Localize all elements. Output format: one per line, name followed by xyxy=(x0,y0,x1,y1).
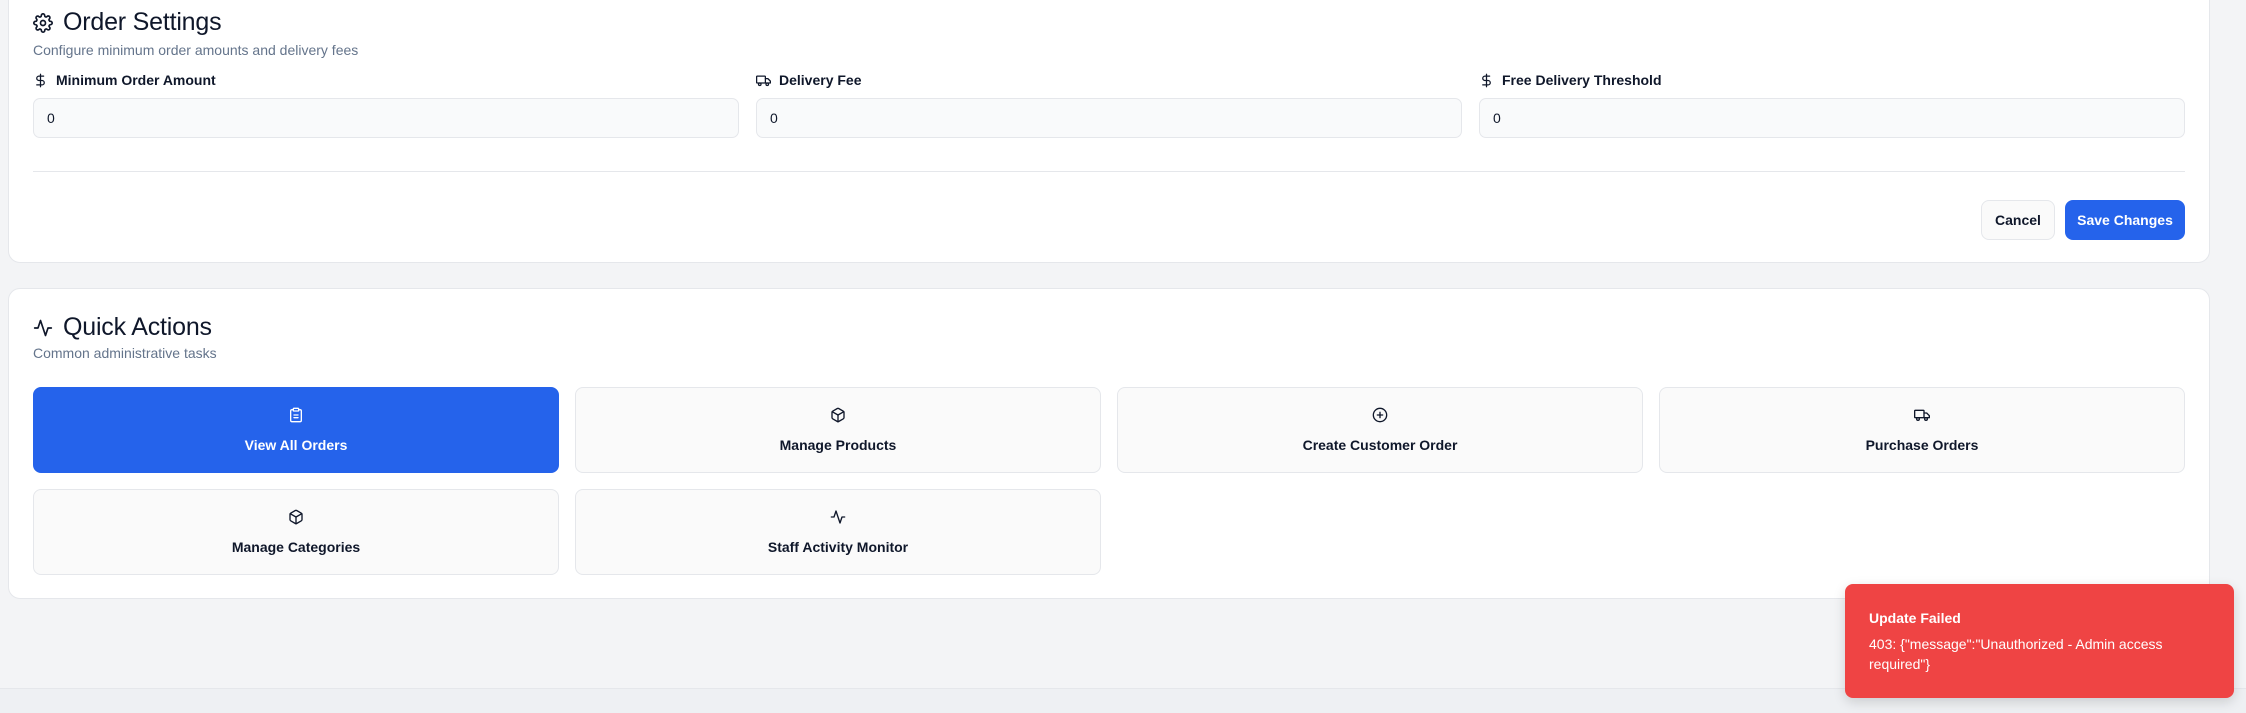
error-toast[interactable]: Update Failed 403: {"message":"Unauthori… xyxy=(1845,584,2234,698)
free-delivery-threshold-input[interactable] xyxy=(1479,98,2185,138)
view-all-orders-label: View All Orders xyxy=(244,437,348,453)
minimum-order-label: Minimum Order Amount xyxy=(33,71,739,89)
toast-message: 403: {"message":"Unauthorized - Admin ac… xyxy=(1869,636,2163,672)
minimum-order-field: Minimum Order Amount xyxy=(33,71,739,138)
save-changes-button[interactable]: Save Changes xyxy=(2065,200,2185,240)
dollar-icon xyxy=(1482,73,1491,87)
view-all-orders-button[interactable]: View All Orders xyxy=(33,387,559,473)
cancel-button[interactable]: Cancel xyxy=(1981,200,2055,240)
quick-actions-card: Quick Actions Common administrative task… xyxy=(8,288,2210,599)
minimum-order-label-text: Minimum Order Amount xyxy=(56,72,216,88)
free-delivery-threshold-field: Free Delivery Threshold xyxy=(1479,71,2185,138)
divider xyxy=(33,171,2185,172)
gear-icon xyxy=(33,12,53,33)
create-customer-order-label: Create Customer Order xyxy=(1302,437,1458,453)
staff-activity-monitor-button[interactable]: Staff Activity Monitor xyxy=(575,489,1101,575)
dollar-icon xyxy=(36,73,45,87)
activity-icon xyxy=(830,510,846,524)
clipboard-icon xyxy=(290,407,302,423)
minimum-order-input[interactable] xyxy=(33,98,739,138)
quick-actions-subtitle: Common administrative tasks xyxy=(33,345,217,361)
order-settings-title-text: Order Settings xyxy=(63,8,222,36)
order-settings-card: Order Settings Configure minimum order a… xyxy=(8,0,2210,263)
manage-categories-button[interactable]: Manage Categories xyxy=(33,489,559,575)
package-icon xyxy=(289,509,303,525)
delivery-fee-input[interactable] xyxy=(756,98,1462,138)
order-settings-title: Order Settings xyxy=(33,8,222,37)
manage-products-button[interactable]: Manage Products xyxy=(575,387,1101,473)
order-settings-subtitle: Configure minimum order amounts and deli… xyxy=(33,42,359,58)
staff-activity-monitor-label: Staff Activity Monitor xyxy=(767,539,909,555)
delivery-fee-label-text: Delivery Fee xyxy=(779,72,862,88)
toast-title: Update Failed xyxy=(1869,610,1961,626)
activity-icon xyxy=(33,319,53,336)
free-delivery-threshold-label-text: Free Delivery Threshold xyxy=(1502,72,1662,88)
manage-categories-label: Manage Categories xyxy=(231,539,361,555)
create-customer-order-button[interactable]: Create Customer Order xyxy=(1117,387,1643,473)
plus-circle-icon xyxy=(1372,407,1388,423)
package-icon xyxy=(831,407,845,423)
purchase-orders-button[interactable]: Purchase Orders xyxy=(1659,387,2185,473)
truck-icon xyxy=(1914,409,1930,421)
quick-actions-title-text: Quick Actions xyxy=(63,313,212,341)
admin-settings-page: Order Settings Configure minimum order a… xyxy=(0,0,2246,713)
delivery-fee-field: Delivery Fee xyxy=(756,71,1462,138)
manage-products-label: Manage Products xyxy=(779,437,897,453)
delivery-fee-label: Delivery Fee xyxy=(756,71,1462,89)
free-delivery-threshold-label: Free Delivery Threshold xyxy=(1479,71,2185,89)
purchase-orders-label: Purchase Orders xyxy=(1865,437,1979,453)
quick-actions-title: Quick Actions xyxy=(33,313,212,342)
truck-icon xyxy=(756,75,771,86)
